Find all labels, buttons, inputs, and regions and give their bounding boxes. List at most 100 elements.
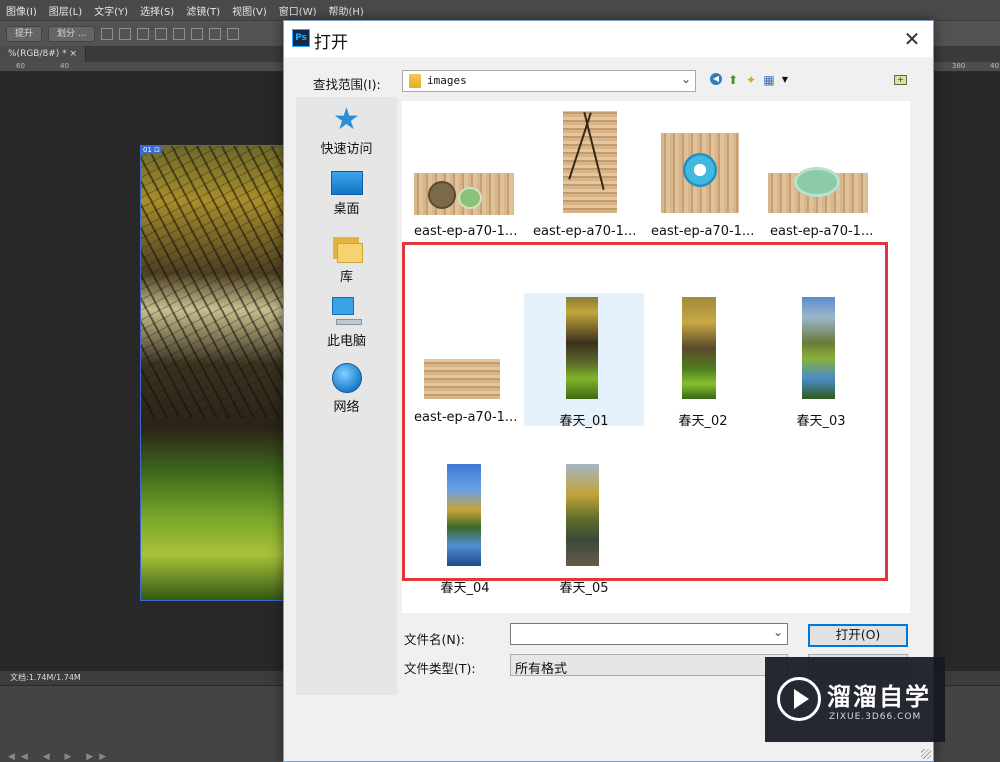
document-tab-label: %(RGB/8#) * [8, 49, 67, 59]
library-icon [331, 235, 363, 263]
place-label: 桌面 [333, 202, 360, 217]
canvas-photo[interactable]: 01 ⊡ [140, 145, 285, 601]
file-name: 春天_02 [678, 414, 728, 429]
resize-grip-icon[interactable] [921, 749, 931, 759]
dialog-title: 打开 [314, 33, 348, 53]
file-name: east-ep-a70-1... [770, 224, 874, 239]
look-in-value: images [427, 74, 467, 87]
play-logo-icon [777, 677, 821, 721]
photoshop-logo-icon: Ps [292, 29, 310, 47]
file-item[interactable]: east-ep-a70-1... [410, 293, 530, 426]
file-name: 春天_05 [559, 581, 609, 596]
align-icon[interactable] [119, 27, 132, 40]
file-item-selected[interactable]: 春天_01 [524, 293, 644, 429]
menu-filter[interactable]: 滤镜(T) [180, 3, 226, 18]
caret-down-icon[interactable]: ▼ [778, 73, 792, 87]
open-dialog: Ps 打开 ✕ 查找范围(I): images ⌄ ◀ ⬆ ✦ ▦ ▼ + ★ … [283, 20, 934, 762]
menu-window[interactable]: 窗口(W) [273, 3, 323, 18]
file-item[interactable]: 春天_03 [761, 293, 881, 429]
file-name: 春天_03 [796, 414, 846, 429]
open-button[interactable]: 打开(O) [808, 624, 908, 647]
promote-button[interactable]: 提升 [6, 25, 43, 42]
menu-view[interactable]: 视图(V) [226, 3, 273, 18]
place-label: 快速访问 [320, 142, 373, 157]
file-item[interactable]: 春天_04 [405, 460, 525, 596]
distribute-icon[interactable] [209, 27, 222, 40]
place-network[interactable]: 网络 [296, 363, 397, 415]
new-folder-icon[interactable]: ✦ [744, 73, 758, 87]
menu-help[interactable]: 帮助(H) [323, 3, 370, 18]
ruler-tick: 40 [990, 62, 999, 70]
close-icon[interactable]: × [70, 49, 78, 59]
file-name-label: 文件名(N): [404, 632, 465, 647]
slice-tag: 01 ⊡ [141, 146, 162, 154]
menu-select[interactable]: 选择(S) [134, 3, 180, 18]
file-type-label: 文件类型(T): [404, 661, 476, 676]
file-name: 春天_04 [440, 581, 490, 596]
document-tab[interactable]: %(RGB/8#) * × [0, 46, 87, 62]
chevron-down-icon[interactable]: ⌄ [773, 625, 783, 639]
file-thumbnail [768, 167, 868, 213]
up-folder-icon[interactable]: ⬆ [726, 73, 740, 87]
ruler-tick: 60 [16, 62, 25, 70]
view-menu-icon[interactable]: ▦ [762, 73, 776, 87]
menu-image[interactable]: 图像(I) [0, 3, 43, 18]
file-type-dropdown[interactable]: 所有格式 [510, 654, 788, 677]
file-name-input[interactable]: ⌄ [510, 623, 788, 645]
file-item[interactable]: east-ep-a70-1... [410, 107, 530, 240]
file-name: east-ep-a70-1... [414, 410, 518, 425]
place-desktop[interactable]: 桌面 [296, 171, 397, 217]
star-pin-icon: ★ [333, 102, 360, 137]
file-thumbnail [661, 133, 739, 213]
place-library[interactable]: 库 [296, 235, 397, 285]
file-name: east-ep-a70-1... [414, 224, 518, 239]
file-thumbnail [682, 297, 716, 399]
file-name: east-ep-a70-1... [651, 224, 755, 239]
dialog-titlebar[interactable]: Ps 打开 ✕ [284, 21, 933, 57]
align-icon[interactable] [137, 27, 150, 40]
file-item[interactable]: 春天_05 [524, 460, 644, 596]
file-item[interactable]: east-ep-a70-1... [647, 107, 767, 240]
file-name: east-ep-a70-1... [533, 224, 637, 239]
watermark-title: 溜溜自学 [827, 683, 931, 711]
file-name: 春天_01 [559, 414, 609, 429]
close-icon[interactable]: ✕ [901, 27, 923, 51]
ruler-tick: 40 [60, 62, 69, 70]
folder-icon [409, 74, 421, 88]
computer-icon [330, 297, 364, 327]
watermark: 溜溜自学 ZIXUE.3D66.COM [765, 657, 945, 742]
distribute-icon[interactable] [191, 27, 204, 40]
file-thumbnail [563, 111, 617, 213]
place-quick-access[interactable]: ★ 快速访问 [296, 102, 397, 158]
doc-size: 文档:1.74M/1.74M [10, 673, 81, 682]
add-folder-icon[interactable]: + [894, 75, 907, 85]
ruler-tick: 380 [952, 62, 966, 70]
places-bar: ★ 快速访问 桌面 库 此电脑 网络 [296, 97, 397, 695]
desktop-icon [330, 171, 363, 195]
distribute-icon[interactable] [227, 27, 240, 40]
file-list[interactable]: east-ep-a70-1... east-ep-a70-1... east-e… [402, 101, 910, 613]
place-label: 库 [339, 270, 353, 285]
distribute-icon[interactable] [173, 27, 186, 40]
align-icon[interactable] [101, 27, 114, 40]
ps-menubar: 图像(I) 图层(L) 文字(Y) 选择(S) 滤镜(T) 视图(V) 窗口(W… [0, 0, 1000, 20]
place-this-pc[interactable]: 此电脑 [296, 297, 397, 349]
place-label: 此电脑 [326, 334, 366, 349]
file-thumbnail [566, 297, 598, 399]
menu-type[interactable]: 文字(Y) [88, 3, 134, 18]
look-in-dropdown[interactable]: images ⌄ [402, 70, 696, 92]
divide-button[interactable]: 划分 ... [48, 25, 96, 42]
place-label: 网络 [333, 400, 360, 415]
file-thumbnail [566, 464, 599, 566]
menu-layer[interactable]: 图层(L) [43, 3, 88, 18]
file-thumbnail [447, 464, 481, 566]
back-icon[interactable]: ◀ [710, 73, 722, 85]
distribute-icon[interactable] [155, 27, 168, 40]
file-item[interactable]: 春天_02 [643, 293, 763, 429]
animation-controls[interactable]: ◀◀ ◀ ▶ ▶▶ [8, 752, 112, 762]
file-thumbnail [802, 297, 835, 399]
file-thumbnail [414, 173, 514, 215]
file-item[interactable]: east-ep-a70-1... [529, 107, 649, 240]
file-item[interactable]: east-ep-a70-1... [766, 107, 886, 240]
file-thumbnail [424, 359, 500, 399]
